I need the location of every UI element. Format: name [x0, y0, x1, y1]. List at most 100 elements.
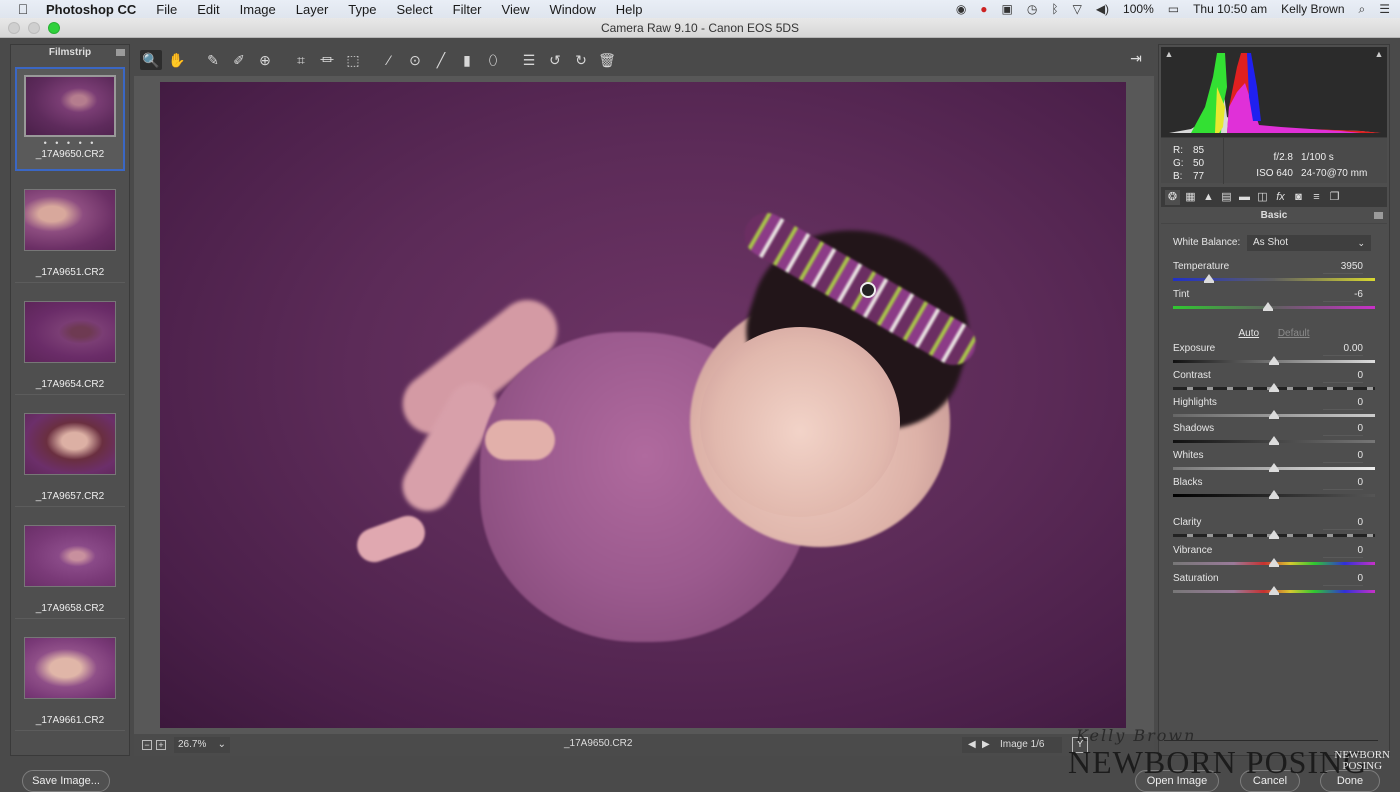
menu-type[interactable]: Type	[348, 2, 376, 17]
apple-menu-icon[interactable]: 	[0, 1, 46, 17]
next-image-button[interactable]: ▶	[982, 737, 990, 753]
clock[interactable]: Thu 10:50 am	[1193, 2, 1267, 16]
zoom-in-button[interactable]: +	[156, 740, 166, 750]
menu-image[interactable]: Image	[240, 2, 276, 17]
default-button[interactable]: Default	[1278, 328, 1310, 339]
filmstrip-item[interactable]: _17A9658.CR2	[15, 519, 125, 619]
contrast-slider[interactable]: Contrast 0	[1173, 370, 1375, 396]
menu-layer[interactable]: Layer	[296, 2, 329, 17]
menu-help[interactable]: Help	[616, 2, 643, 17]
whites-slider[interactable]: Whites 0	[1173, 450, 1375, 476]
blacks-slider[interactable]: Blacks 0	[1173, 477, 1375, 503]
slider-thumb[interactable]	[1204, 274, 1215, 283]
rating-dots[interactable]: • • • • •	[17, 137, 123, 149]
slider-thumb[interactable]	[1269, 463, 1279, 472]
white-balance-select[interactable]: As Shot ⌄	[1247, 235, 1371, 251]
rotate-left-icon[interactable]: ↺	[544, 50, 566, 70]
white-balance-tool-icon[interactable]: ✎	[202, 50, 224, 70]
slider-thumb[interactable]	[1262, 302, 1273, 311]
preferences-icon[interactable]: ☰	[518, 50, 540, 70]
app-icon[interactable]: ▣	[1002, 2, 1013, 16]
slider-thumb[interactable]	[1269, 558, 1279, 567]
filmstrip-menu-icon[interactable]	[116, 49, 125, 56]
rotate-right-icon[interactable]: ↻	[570, 50, 592, 70]
tab-effects-icon[interactable]: fx	[1273, 190, 1288, 205]
slider-value[interactable]: 0	[1323, 370, 1363, 383]
graduated-filter-tool-icon[interactable]: ▮	[456, 50, 478, 70]
slider-thumb[interactable]	[1269, 530, 1279, 539]
saturation-slider[interactable]: Saturation 0	[1173, 573, 1375, 599]
tab-presets-icon[interactable]: ≡	[1309, 190, 1324, 205]
red-eye-tool-icon[interactable]: ⊙	[404, 50, 426, 70]
creative-cloud-icon[interactable]: ●	[980, 2, 987, 16]
fullscreen-toggle-icon[interactable]: ⇥	[1126, 50, 1146, 70]
slider-thumb[interactable]	[1269, 356, 1279, 365]
save-image-button[interactable]: Save Image...	[22, 770, 110, 792]
filmstrip-item[interactable]: _17A9661.CR2	[15, 631, 125, 731]
tab-camera-calibration-icon[interactable]: ◙	[1291, 190, 1306, 205]
before-after-toggle-button[interactable]: Y	[1072, 737, 1088, 753]
slider-value[interactable]: -6	[1323, 289, 1363, 302]
cancel-button[interactable]: Cancel	[1240, 770, 1300, 792]
filmstrip-item[interactable]: _17A9651.CR2	[15, 183, 125, 283]
trash-icon[interactable]: 🗑	[596, 50, 618, 70]
close-window-button[interactable]	[8, 22, 20, 34]
tab-hsl-icon[interactable]: ▤	[1219, 190, 1234, 205]
time-machine-icon[interactable]: ◷	[1027, 2, 1037, 16]
slider-track[interactable]	[1173, 306, 1375, 309]
radial-filter-tool-icon[interactable]: ⬯	[482, 50, 504, 70]
targeted-adjustment-tool-icon[interactable]: ⊕	[254, 50, 276, 70]
tab-basic-icon[interactable]: ❂	[1165, 189, 1180, 205]
slider-value[interactable]: 0	[1323, 517, 1363, 530]
open-image-button[interactable]: Open Image	[1135, 770, 1219, 792]
auto-button[interactable]: Auto	[1238, 328, 1259, 339]
slider-thumb[interactable]	[1269, 436, 1279, 445]
menu-filter[interactable]: Filter	[453, 2, 482, 17]
slider-value[interactable]: 0	[1323, 477, 1363, 490]
slider-value[interactable]: 0	[1323, 545, 1363, 558]
filmstrip-item[interactable]: _17A9654.CR2	[15, 295, 125, 395]
menu-select[interactable]: Select	[396, 2, 432, 17]
adjustment-brush-tool-icon[interactable]: ╱	[430, 50, 452, 70]
vibrance-slider[interactable]: Vibrance 0	[1173, 545, 1375, 571]
slider-track[interactable]	[1173, 278, 1375, 281]
slider-thumb[interactable]	[1269, 410, 1279, 419]
tab-detail-icon[interactable]: ▲	[1201, 190, 1216, 205]
slider-thumb[interactable]	[1269, 490, 1279, 499]
slider-thumb[interactable]	[1269, 383, 1279, 392]
slider-value[interactable]: 0	[1323, 423, 1363, 436]
user-name[interactable]: Kelly Brown	[1281, 2, 1344, 16]
spot-removal-tool-icon[interactable]: ⁄	[378, 50, 400, 70]
spotlight-icon[interactable]: ⌕	[1359, 2, 1366, 17]
temperature-slider[interactable]: Temperature 3950	[1173, 261, 1375, 287]
preview-image[interactable]	[160, 82, 1126, 728]
transform-tool-icon[interactable]: ⬚	[342, 50, 364, 70]
done-button[interactable]: Done	[1320, 770, 1380, 792]
zoom-out-button[interactable]: −	[142, 740, 152, 750]
zoom-tool-icon[interactable]: 🔍	[140, 50, 162, 70]
color-sampler-tool-icon[interactable]: ✐	[228, 50, 250, 70]
menu-app-name[interactable]: Photoshop CC	[46, 2, 136, 17]
bluetooth-icon[interactable]: ᛒ	[1051, 2, 1058, 16]
slider-thumb[interactable]	[1269, 586, 1279, 595]
slider-value[interactable]: 0	[1323, 573, 1363, 586]
shadows-slider[interactable]: Shadows 0	[1173, 423, 1375, 449]
menu-file[interactable]: File	[156, 2, 177, 17]
previous-image-button[interactable]: ◀	[968, 737, 976, 753]
record-icon[interactable]: ◉	[956, 2, 966, 16]
volume-icon[interactable]: ◀)	[1096, 2, 1109, 16]
slider-value[interactable]: 0	[1323, 450, 1363, 463]
battery-icon[interactable]: ▭	[1168, 2, 1179, 16]
zoom-level-select[interactable]: 26.7% ⌄	[174, 737, 230, 753]
panel-menu-icon[interactable]	[1374, 212, 1383, 219]
filmstrip-item[interactable]: • • • • • _17A9650.CR2	[15, 67, 125, 171]
filmstrip-item[interactable]: _17A9657.CR2	[15, 407, 125, 507]
slider-value[interactable]: 3950	[1323, 261, 1363, 274]
tint-slider[interactable]: Tint -6	[1173, 289, 1375, 315]
clarity-slider[interactable]: Clarity 0	[1173, 517, 1375, 543]
straighten-tool-icon[interactable]: ⏛	[316, 50, 338, 70]
minimize-window-button[interactable]	[28, 22, 40, 34]
crop-tool-icon[interactable]: ⌗	[290, 50, 312, 70]
wifi-icon[interactable]: ▽	[1073, 2, 1082, 16]
tab-lens-corrections-icon[interactable]: ◫	[1255, 190, 1270, 205]
